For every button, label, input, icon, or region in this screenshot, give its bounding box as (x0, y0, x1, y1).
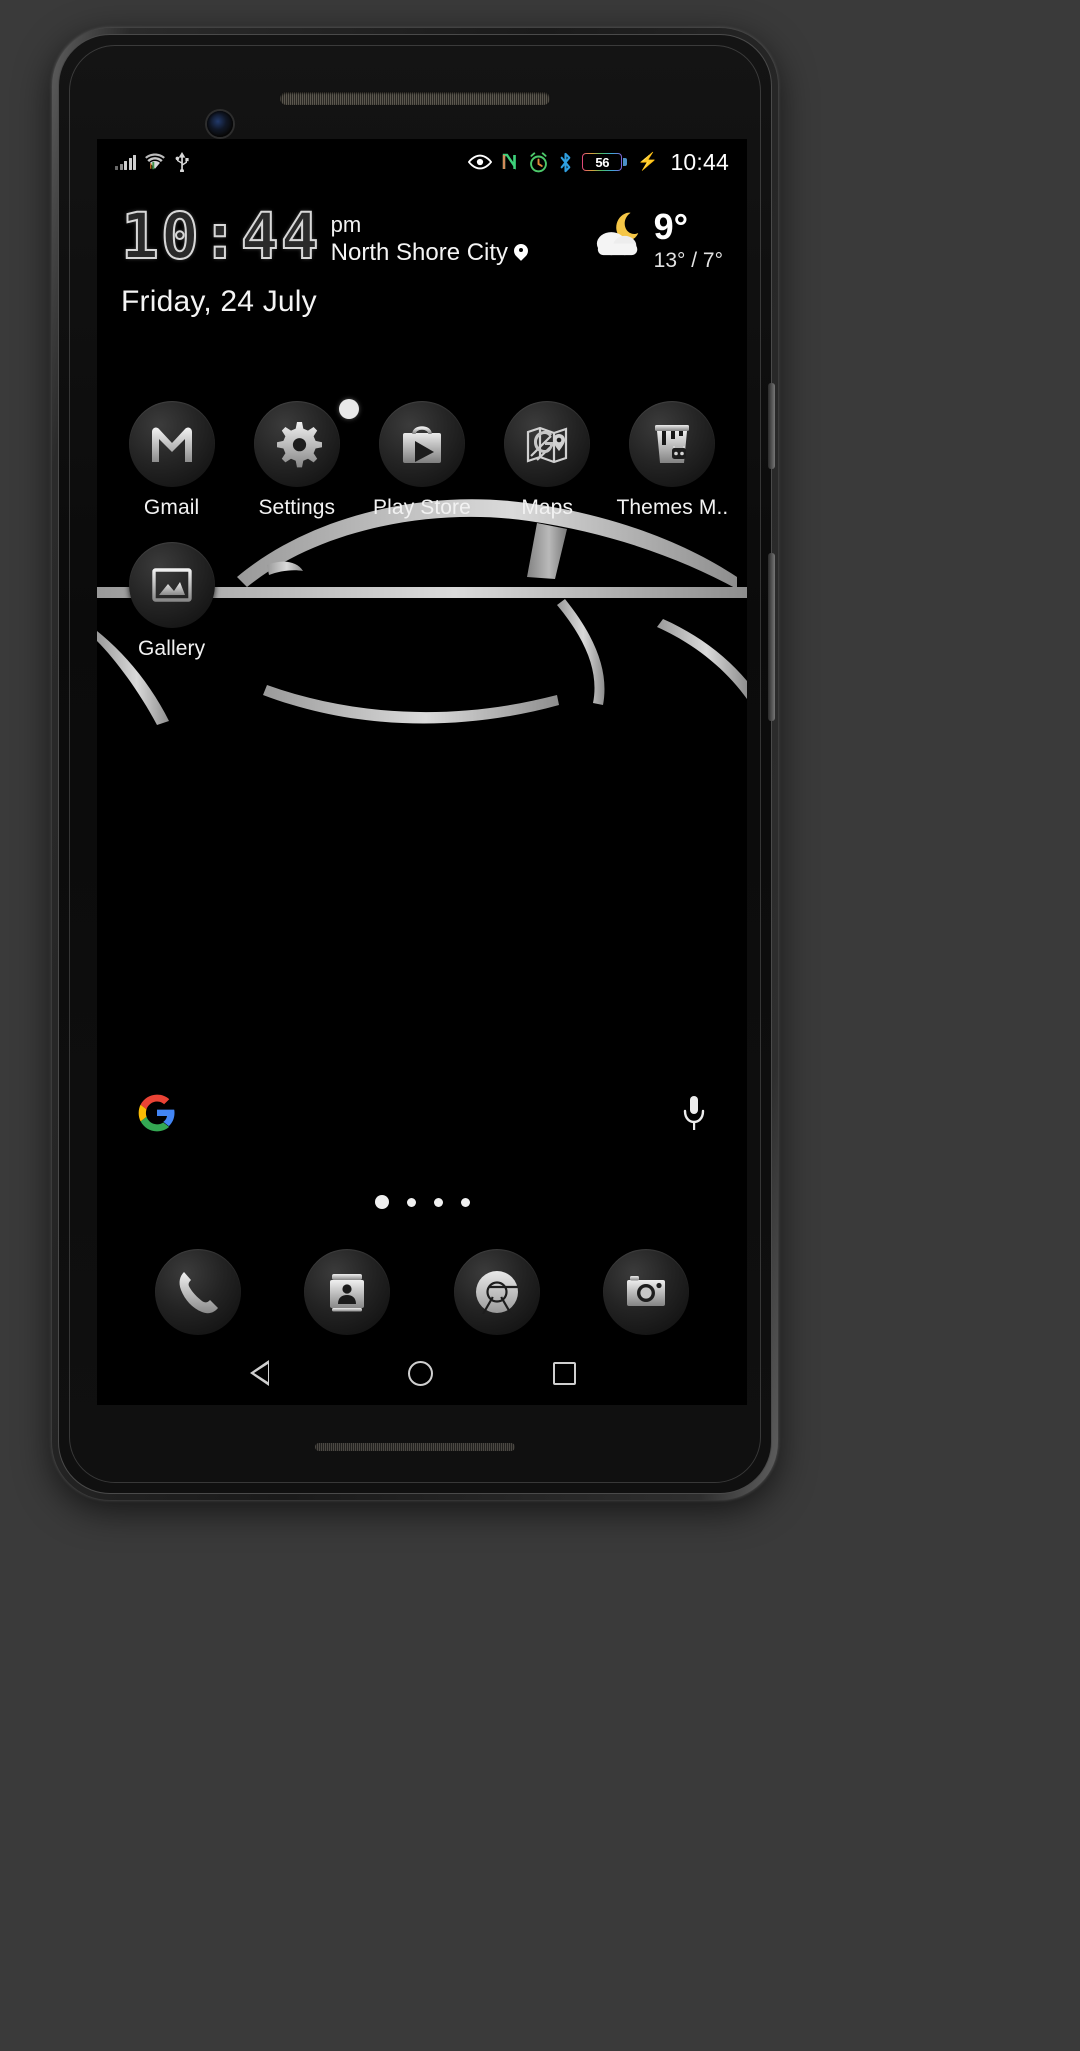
app-label: Maps (521, 496, 574, 519)
app-gallery[interactable]: Gallery (109, 542, 234, 661)
bottom-speaker-grille (315, 1443, 515, 1451)
app-maps[interactable]: Maps (485, 401, 610, 520)
microphone-icon[interactable] (681, 1094, 707, 1132)
app-play-store[interactable]: Play Store (359, 401, 484, 520)
play-store-icon[interactable] (378, 401, 465, 487)
charging-bolt-icon: ⚡ (637, 152, 659, 171)
app-settings[interactable]: Settings (234, 399, 360, 520)
app-label: Play Store (373, 496, 471, 519)
clock-time-display[interactable]: 10:44 (120, 204, 321, 270)
phone-device-frame: 56 ⚡ 10:44 10:44 pm North Shore City 9° … (52, 28, 778, 1500)
battery-body: 56 (582, 153, 623, 171)
page-indicator[interactable] (97, 1195, 747, 1209)
dock (97, 1249, 747, 1335)
weather-current-temp: 9° (653, 206, 689, 247)
page-dot[interactable] (460, 1197, 470, 1207)
app-themes-manager[interactable]: Themes M.. (610, 401, 735, 520)
app-label: Settings (258, 496, 336, 519)
battery-percent-label: 56 (583, 154, 622, 170)
status-bar-clock: 10:44 (670, 148, 729, 175)
app-label: Gallery (137, 637, 206, 660)
location-row[interactable]: North Shore City (331, 239, 528, 267)
back-triangle-icon[interactable] (249, 1360, 288, 1386)
location-pin-icon (514, 244, 528, 263)
status-bar-left (115, 152, 190, 172)
chrome-icon[interactable] (453, 1249, 540, 1335)
weather-temps: 9° 13° / 7° (654, 209, 723, 273)
phone-icon[interactable] (154, 1249, 241, 1335)
nfc-icon (503, 153, 516, 170)
gmail-icon[interactable] (128, 401, 215, 487)
weather-high-low: 13° / 7° (653, 249, 723, 272)
settings-notification-badge (339, 399, 360, 419)
phone-bezel: 56 ⚡ 10:44 10:44 pm North Shore City 9° … (58, 34, 775, 1494)
wallpaper-car-silhouette (97, 139, 747, 1405)
paint-bucket-icon[interactable] (629, 401, 716, 487)
earpiece-speaker (279, 91, 551, 106)
gallery-icon[interactable] (128, 542, 215, 628)
app-icon-grid: Gmail Settings Play Store Maps Themes M.… (97, 399, 747, 661)
front-camera-lens (207, 111, 233, 137)
status-bar-right: 56 ⚡ 10:44 (468, 149, 729, 176)
signal-bars-icon (115, 154, 136, 170)
clock-weather-widget[interactable]: 10:44 pm North Shore City 9° 13° / 7° Fr… (97, 204, 747, 319)
app-label: Gmail (143, 496, 200, 519)
eye-icon (468, 154, 493, 170)
page-dot[interactable] (433, 1197, 443, 1207)
power-button[interactable] (768, 383, 775, 469)
maps-icon[interactable] (504, 401, 591, 487)
location-label: North Shore City (330, 239, 509, 267)
clock-meta: pm North Shore City (331, 207, 528, 267)
partly-cloudy-night-icon (590, 209, 648, 259)
page-dot-active[interactable] (374, 1195, 389, 1209)
home-circle-icon[interactable] (407, 1360, 433, 1386)
google-search-bar[interactable] (97, 1093, 747, 1133)
status-bar[interactable]: 56 ⚡ 10:44 (97, 139, 747, 185)
weather-widget[interactable]: 9° 13° / 7° (590, 207, 723, 273)
clock-ampm-label: pm (330, 212, 362, 237)
battery-indicator: 56 (582, 153, 628, 171)
navigation-bar (97, 1341, 747, 1405)
wifi-icon (145, 153, 165, 170)
volume-button[interactable] (768, 553, 775, 721)
widget-top-row: 10:44 pm North Shore City 9° 13° / 7° (120, 204, 723, 273)
camera-icon[interactable] (603, 1249, 690, 1335)
app-gmail[interactable]: Gmail (109, 401, 234, 520)
bluetooth-icon (560, 152, 571, 172)
usb-icon (175, 152, 189, 172)
settings-gear-icon[interactable] (253, 401, 340, 487)
page-dot[interactable] (406, 1197, 416, 1207)
phone-screen: 56 ⚡ 10:44 10:44 pm North Shore City 9° … (97, 139, 747, 1405)
app-label: Themes M.. (616, 496, 729, 519)
google-g-icon[interactable] (137, 1093, 177, 1133)
date-label: Friday, 24 July (121, 285, 317, 318)
recents-square-icon[interactable] (552, 1361, 576, 1385)
contacts-icon[interactable] (304, 1249, 391, 1335)
alarm-icon (530, 151, 548, 172)
battery-cap (623, 158, 628, 166)
